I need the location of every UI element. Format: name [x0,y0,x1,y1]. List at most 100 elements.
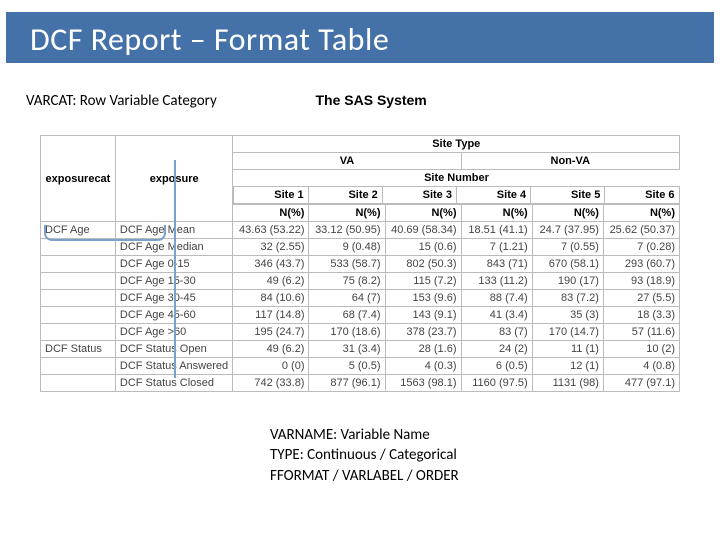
cell-value: 83 (7) [461,324,532,341]
table-row: DCF StatusDCF Status Open49 (6.2)31 (3.4… [41,341,680,358]
cell-value: 33.12 (50.95) [309,222,385,239]
site-number-label: Site Number [234,170,679,187]
varcat-label: VARCAT: Row Variable Category [26,92,217,110]
cell-value: 93 (18.9) [603,273,679,290]
cell-value: 170 (18.6) [309,324,385,341]
cell-value: 190 (17) [532,273,603,290]
cell-value: 24 (2) [461,341,532,358]
cell-value: 170 (14.7) [532,324,603,341]
cell-varcat [41,324,116,341]
cell-value: 133 (11.2) [461,273,532,290]
cell-value: 11 (1) [532,341,603,358]
cell-value: 40.69 (58.34) [385,222,461,239]
cell-value: 1563 (98.1) [385,375,461,392]
bracket-annotation [44,225,166,241]
site-4: Site 4 [456,187,530,204]
cell-value: 12 (1) [532,358,603,375]
cell-varcat [41,239,116,256]
cell-value: 84 (10.6) [233,290,309,307]
metric-4: N(%) [461,205,532,222]
group-nonva: Non-VA [461,153,679,170]
cell-value: 1160 (97.5) [461,375,532,392]
slide-title: DCF Report – Format Table [30,20,704,59]
cell-value: 477 (97.1) [603,375,679,392]
varname-block: VARNAME: Variable Name TYPE: Continuous … [270,425,459,486]
cell-value: 843 (71) [461,256,532,273]
cell-value: 7 (0.55) [532,239,603,256]
cell-value: 25.62 (50.37) [603,222,679,239]
metric-5: N(%) [532,205,603,222]
table-head: exposurecat exposure Site Type VA Non-VA… [41,136,680,222]
site-3: Site 3 [382,187,456,204]
cell-value: 27 (5.5) [603,290,679,307]
metric-2: N(%) [309,205,385,222]
cell-value: 35 (3) [532,307,603,324]
cell-value: 57 (11.6) [603,324,679,341]
cell-value: 670 (58.1) [532,256,603,273]
cell-value: 877 (96.1) [309,375,385,392]
cell-value: 143 (9.1) [385,307,461,324]
cell-varcat [41,307,116,324]
cell-value: 7 (0.28) [603,239,679,256]
table-row: DCF Age Median32 (2.55)9 (0.48)15 (0.6)7… [41,239,680,256]
cell-value: 28 (1.6) [385,341,461,358]
sas-system-title: The SAS System [315,92,426,108]
cell-value: 0 (0) [233,358,309,375]
table-row: DCF Age 0-15346 (43.7)533 (58.7)802 (50.… [41,256,680,273]
metric-3: N(%) [385,205,461,222]
cell-value: 7 (1.21) [461,239,532,256]
cell-varcat [41,256,116,273]
table-row: DCF Age 30-4584 (10.6)64 (7)153 (9.6)88 … [41,290,680,307]
cell-value: 4 (0.8) [603,358,679,375]
super-header-row: exposurecat exposure Site Type [41,136,680,153]
cell-value: 83 (7.2) [532,290,603,307]
col-exposurecat: exposurecat [41,136,116,222]
table-row: DCF Age 45-60117 (14.8)68 (7.4)143 (9.1)… [41,307,680,324]
cell-value: 115 (7.2) [385,273,461,290]
cell-value: 18.51 (41.1) [461,222,532,239]
table-row: DCF Age >60195 (24.7)170 (18.6)378 (23.7… [41,324,680,341]
cell-value: 4 (0.3) [385,358,461,375]
group-va: VA [233,153,461,170]
cell-value: 742 (33.8) [233,375,309,392]
site-2: Site 2 [308,187,382,204]
cell-value: 32 (2.55) [233,239,309,256]
cell-value: 802 (50.3) [385,256,461,273]
slide-title-band: DCF Report – Format Table [6,12,714,63]
vertical-line-annotation [174,160,176,378]
site-1: Site 1 [234,187,308,204]
cell-varcat [41,375,116,392]
cell-varcat [41,273,116,290]
cell-value: 24.7 (37.95) [532,222,603,239]
cell-value: 15 (0.6) [385,239,461,256]
site-5: Site 5 [531,187,605,204]
cell-value: 68 (7.4) [309,307,385,324]
cell-value: 378 (23.7) [385,324,461,341]
metric-6: N(%) [603,205,679,222]
cell-value: 117 (14.8) [233,307,309,324]
cell-varcat [41,290,116,307]
site-6: Site 6 [605,187,679,204]
cell-value: 293 (60.7) [603,256,679,273]
cell-value: 1131 (98) [532,375,603,392]
varname-line2: TYPE: Continuous / Categorical [270,445,459,465]
cell-varcat [41,358,116,375]
cell-value: 533 (58.7) [309,256,385,273]
cell-value: 31 (3.4) [309,341,385,358]
cell-value: 18 (3.3) [603,307,679,324]
varname-line1: VARNAME: Variable Name [270,425,459,445]
cell-value: 10 (2) [603,341,679,358]
cell-varcat: DCF Status [41,341,116,358]
metric-1: N(%) [233,205,309,222]
cell-value: 49 (6.2) [233,273,309,290]
table-row: DCF Status Answered0 (0)5 (0.5)4 (0.3)6 … [41,358,680,375]
cell-value: 153 (9.6) [385,290,461,307]
cell-value: 41 (3.4) [461,307,532,324]
cell-value: 75 (8.2) [309,273,385,290]
table-row: DCF Age 15-3049 (6.2)75 (8.2)115 (7.2)13… [41,273,680,290]
format-table: exposurecat exposure Site Type VA Non-VA… [40,135,680,392]
cell-value: 43.63 (53.22) [233,222,309,239]
cell-value: 64 (7) [309,290,385,307]
cell-value: 346 (43.7) [233,256,309,273]
cell-value: 9 (0.48) [309,239,385,256]
